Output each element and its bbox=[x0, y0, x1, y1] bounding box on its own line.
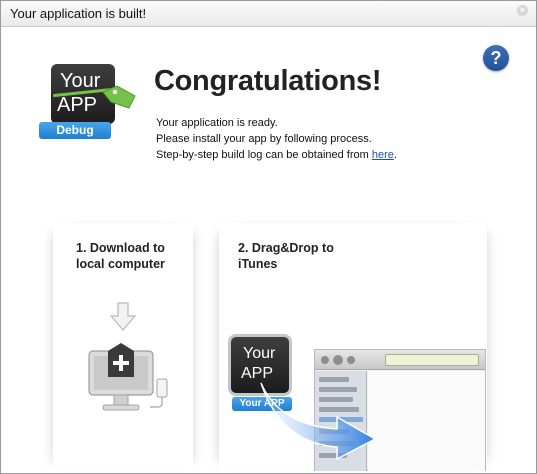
message-line-3-end: . bbox=[393, 149, 397, 161]
build-log-link[interactable]: here bbox=[372, 149, 394, 161]
help-icon[interactable]: ? bbox=[483, 45, 509, 71]
step-itunes-panel: 2. Drag&Drop to iTunes Your APP Your APP bbox=[219, 223, 487, 471]
message-line-3: Step-by-step build log can be obtained f… bbox=[156, 149, 397, 161]
message-line-3-text: Step-by-step build log can be obtained f… bbox=[156, 149, 372, 161]
app-tile-line2: APP bbox=[57, 94, 98, 116]
title-bar: Your application is built! × bbox=[1, 1, 536, 27]
step-2-title-line2: iTunes bbox=[238, 257, 278, 271]
step-1-title-line2: local computer bbox=[76, 257, 165, 271]
price-tag-icon bbox=[102, 85, 136, 109]
itunes-display bbox=[385, 354, 479, 366]
monitor-download-icon bbox=[88, 343, 168, 411]
debug-badge: Debug bbox=[39, 122, 111, 139]
step-2-title: 2. Drag&Drop to iTunes bbox=[238, 240, 334, 272]
page-title: Congratulations! bbox=[154, 65, 382, 97]
itunes-toolbar bbox=[315, 350, 485, 370]
itunes-play-icon bbox=[333, 355, 343, 365]
drag-arrow-icon bbox=[260, 382, 377, 461]
itunes-prev-icon bbox=[321, 356, 329, 364]
itunes-next-icon bbox=[347, 356, 355, 364]
message-line-1: Your application is ready. bbox=[156, 117, 278, 129]
app-tile2-line1: Your bbox=[243, 345, 276, 362]
window-title: Your application is built! bbox=[10, 6, 147, 21]
message-line-2: Please install your app by following pro… bbox=[156, 133, 372, 145]
step-1-title: 1. Download to local computer bbox=[76, 240, 165, 272]
close-icon[interactable]: × bbox=[517, 5, 528, 16]
step-download-panel: 1. Download to local computer bbox=[53, 223, 193, 471]
step-2-title-line1: 2. Drag&Drop to bbox=[238, 241, 334, 255]
step-1-title-line1: 1. Download to bbox=[76, 241, 165, 255]
down-arrow-icon bbox=[109, 302, 137, 331]
dialog-window: Your application is built! × ? Your APP … bbox=[0, 0, 537, 474]
